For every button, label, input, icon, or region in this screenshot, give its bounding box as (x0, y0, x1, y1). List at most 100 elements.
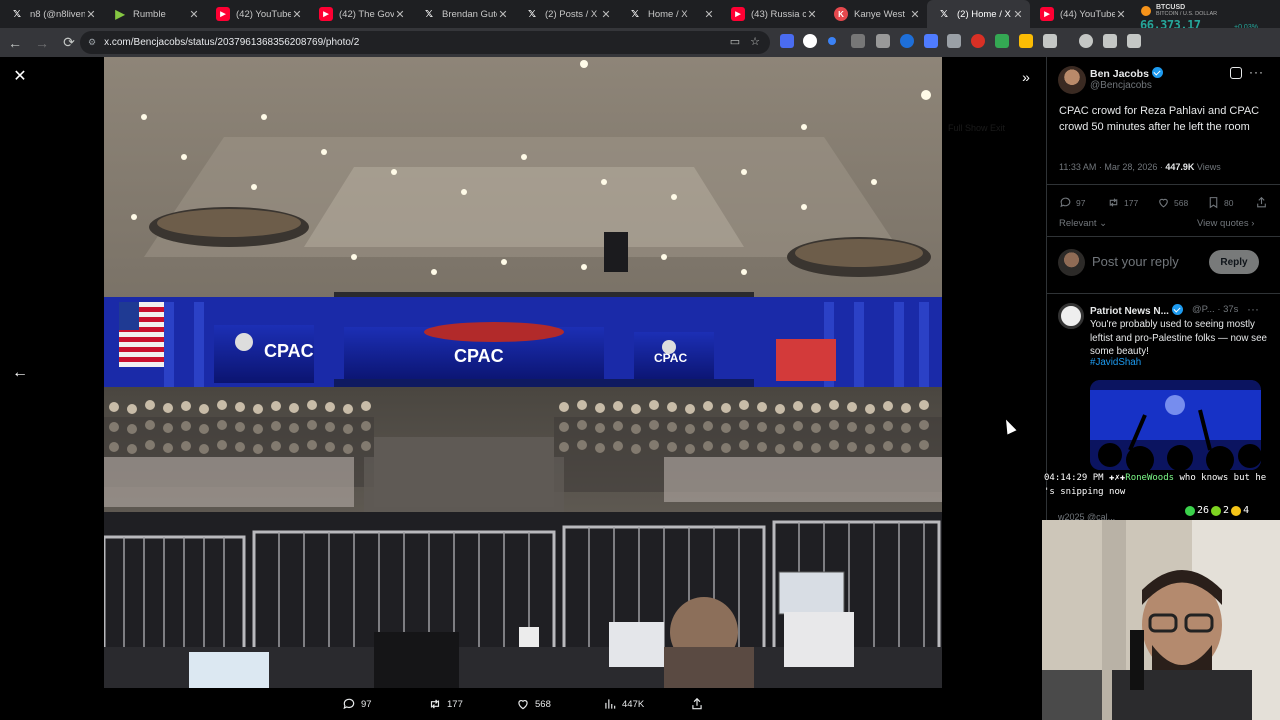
youtube-icon: ▶ (319, 7, 333, 21)
reply-author-avatar[interactable] (1058, 303, 1084, 329)
extension-icon-5[interactable] (876, 34, 890, 48)
bookmark-count: 80 (1224, 197, 1234, 208)
close-tab-icon[interactable]: ✕ (497, 8, 509, 21)
author-handle[interactable]: @Bencjacobs (1090, 80, 1152, 91)
cast-icon[interactable]: ▭ (730, 35, 740, 48)
post-photo[interactable]: CPAC CPAC CPAC (104, 57, 942, 688)
sort-label: Relevant (1059, 218, 1097, 229)
reply-author-name-row[interactable]: Patriot News N... (1090, 304, 1183, 317)
extension-icon-6[interactable] (900, 34, 914, 48)
close-tab-icon[interactable]: ✕ (909, 8, 921, 21)
post-views-label: Views (1194, 162, 1221, 172)
reply-hashtag-link[interactable]: #JavidShah (1090, 357, 1141, 368)
x-icon: 𝕏 (939, 8, 949, 20)
reload-icon[interactable]: ⟳ (57, 31, 81, 55)
sort-replies-dropdown[interactable]: Relevant ⌄ (1059, 218, 1107, 229)
tab-3[interactable]: ▶ (42) The Govern✕ (309, 0, 412, 28)
extensions-puzzle-icon[interactable] (1043, 34, 1057, 48)
tab-title: (44) YouTube (1060, 8, 1115, 20)
author-name[interactable]: Ben Jacobs (1090, 68, 1149, 80)
close-tab-icon[interactable]: ✕ (1012, 8, 1024, 21)
stat-a: 26 (1197, 505, 1210, 516)
photo-repost-button[interactable]: 177 (428, 697, 463, 711)
extension-icon-4[interactable] (851, 34, 865, 48)
extension-icon-2[interactable] (803, 34, 817, 48)
kanye-icon: K (834, 7, 848, 21)
close-tab-icon[interactable]: ✕ (188, 8, 200, 21)
reply-input[interactable]: Post your reply (1092, 254, 1179, 269)
reply-submit-button[interactable]: Reply (1209, 250, 1259, 274)
tab-title: (2) Posts / X (545, 8, 598, 20)
tab-4[interactable]: 𝕏 Brendan Guten✕ (412, 0, 515, 28)
tab-title: (43) Russia can (751, 8, 806, 20)
mouse-cursor-icon (1001, 417, 1017, 435)
photo-reply-button[interactable]: 97 (342, 697, 372, 711)
divider (1047, 184, 1280, 185)
tab-9[interactable]: 𝕏 (2) Home / X ✕ (927, 0, 1030, 28)
reply-media-image[interactable] (1090, 380, 1261, 470)
close-tab-icon[interactable]: ✕ (85, 8, 97, 21)
tab-7[interactable]: ▶ (43) Russia can✕ (721, 0, 824, 28)
verified-badge-icon (1171, 304, 1183, 315)
address-bar[interactable]: ⚙ x.com/Bencjacobs/status/20379613683562… (80, 31, 770, 54)
extension-icon-9[interactable] (971, 34, 985, 48)
extension-icon-3[interactable] (828, 37, 836, 45)
tab-5[interactable]: 𝕏 (2) Posts / X ✕ (515, 0, 618, 28)
tab-1[interactable]: ▶ Rumble ✕ (103, 0, 206, 28)
more-options-icon[interactable]: ··· (1247, 302, 1259, 316)
extension-icon-10[interactable] (995, 34, 1009, 48)
webcam-overlay (1042, 520, 1280, 720)
repost-count: 177 (1124, 197, 1139, 208)
back-arrow-icon[interactable]: ← (3, 31, 27, 55)
close-icon[interactable]: ✕ (10, 67, 30, 87)
profile-icon[interactable] (1103, 34, 1117, 48)
share-icon (1257, 196, 1266, 208)
address-url[interactable]: x.com/Bencjacobs/status/2037961368356208… (104, 37, 359, 48)
photo-like-button[interactable]: 568 (516, 697, 551, 711)
share-button[interactable] (1255, 196, 1272, 209)
post-timestamp[interactable]: 11:33 AM · Mar 28, 2026 · (1059, 162, 1165, 172)
youtube-icon: ▶ (1040, 7, 1054, 21)
expand-sidebar-icon[interactable]: » (1016, 67, 1036, 87)
like-button[interactable]: 568 (1157, 196, 1188, 209)
tab-10[interactable]: ▶ (44) YouTube ✕ (1030, 0, 1133, 28)
extension-icon-11[interactable] (1019, 34, 1033, 48)
tab-0[interactable]: 𝕏n8 (@n8liveno✕ (0, 0, 103, 28)
close-tab-icon[interactable]: ✕ (600, 8, 612, 21)
photo-viewer: ✕ » ← CPAC CPAC CPAC Full Show Exit 97 1… (0, 57, 1046, 720)
photo-like-count: 568 (535, 698, 551, 710)
svg-text:CPAC: CPAC (264, 341, 314, 361)
tab-2[interactable]: ▶ (42) YouTube ✕ (206, 0, 309, 28)
extension-icon-8[interactable] (947, 34, 961, 48)
grok-icon[interactable] (1230, 67, 1242, 79)
devtools-icon[interactable] (1127, 34, 1141, 48)
reply-author-handle[interactable]: @P... · 37s (1192, 304, 1238, 315)
author-avatar[interactable] (1058, 66, 1086, 94)
history-icon[interactable] (1079, 34, 1093, 48)
repost-button[interactable]: 177 (1107, 196, 1138, 209)
view-quotes-link[interactable]: View quotes › (1197, 218, 1254, 229)
chat-badges-icon: ✚✗✚ (1109, 473, 1126, 483)
previous-photo-arrow-icon[interactable]: ← (10, 363, 30, 383)
author-name-row[interactable]: Ben Jacobs (1090, 67, 1163, 80)
extension-icon-1[interactable] (780, 34, 794, 48)
close-tab-icon[interactable]: ✕ (394, 8, 406, 21)
current-user-avatar[interactable] (1058, 249, 1085, 276)
site-info-icon[interactable]: ⚙ (88, 37, 96, 48)
smiley-viewers-icon (1231, 505, 1242, 516)
close-tab-icon[interactable]: ✕ (806, 8, 818, 21)
extension-icon-7[interactable] (924, 34, 938, 48)
close-tab-icon[interactable]: ✕ (703, 8, 715, 21)
bookmark-star-icon[interactable]: ☆ (750, 35, 760, 48)
more-options-icon[interactable]: ··· (1249, 65, 1264, 79)
photo-views-button[interactable]: 447K (603, 697, 644, 711)
close-tab-icon[interactable]: ✕ (1115, 8, 1127, 21)
bookmark-button[interactable]: 80 (1207, 196, 1233, 209)
tab-8[interactable]: K Kanye West ✕ (824, 0, 927, 28)
reply-author-name[interactable]: Patriot News N... (1090, 306, 1169, 317)
photo-share-button[interactable] (690, 697, 709, 711)
forward-arrow-icon[interactable]: → (30, 31, 54, 55)
reply-button[interactable]: 97 (1059, 196, 1085, 209)
tab-6[interactable]: 𝕏 Home / X ✕ (618, 0, 721, 28)
close-tab-icon[interactable]: ✕ (291, 8, 303, 21)
